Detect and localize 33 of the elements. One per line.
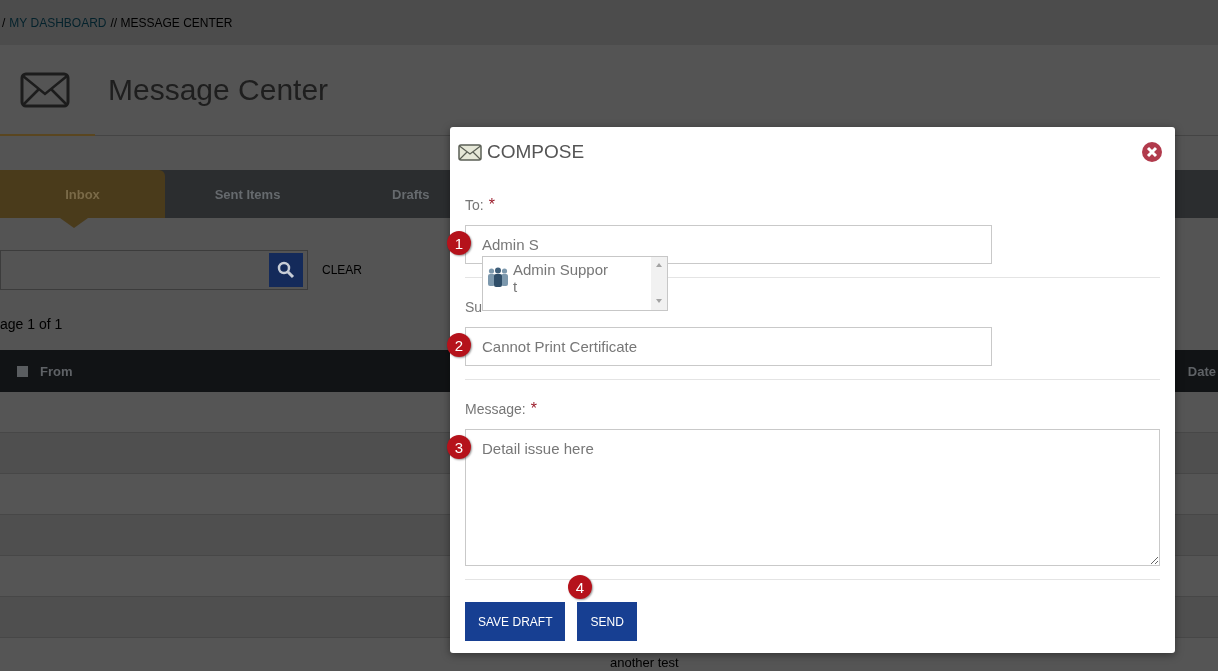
breadcrumb-text: / (2, 15, 6, 30)
envelope-icon (458, 143, 482, 161)
required-mark: * (488, 196, 495, 213)
envelope-icon (20, 72, 70, 108)
checkbox[interactable] (17, 365, 28, 377)
column-header: From (40, 363, 73, 379)
message-field[interactable]: Detail issue here (465, 429, 1160, 566)
column-header: Date (1187, 363, 1216, 379)
tab[interactable]: Drafts (330, 170, 445, 218)
people-icon (487, 267, 509, 287)
field-label: Su (465, 299, 483, 315)
close-icon[interactable] (1142, 142, 1162, 162)
field-label: Message: (465, 401, 526, 417)
tab-pointer (60, 218, 88, 228)
scrollbar[interactable] (651, 257, 667, 310)
dialog-button[interactable]: SEND (577, 602, 637, 641)
breadcrumb-text: // MESSAGE CENTER (110, 15, 233, 30)
input-field[interactable]: Admin S (465, 225, 992, 264)
dialog-button[interactable]: SAVE DRAFT (465, 602, 566, 641)
step-badge: 4 (568, 575, 592, 599)
field-label: To: (465, 197, 484, 213)
input-field[interactable]: Cannot Print Certificate (465, 327, 992, 366)
clear-link[interactable]: CLEAR (322, 263, 362, 277)
search-field[interactable] (0, 250, 308, 290)
step-badge: 1 (447, 231, 471, 255)
dialog-title: COMPOSE (487, 141, 585, 163)
table-cell: another test (610, 656, 679, 670)
step-badge: 2 (447, 333, 471, 357)
required-mark: * (530, 400, 537, 417)
search-icon (277, 261, 295, 279)
search-button[interactable] (269, 253, 303, 287)
tab[interactable]: Sent Items (165, 170, 330, 218)
pagination-text: age 1 of 1 (0, 316, 63, 332)
